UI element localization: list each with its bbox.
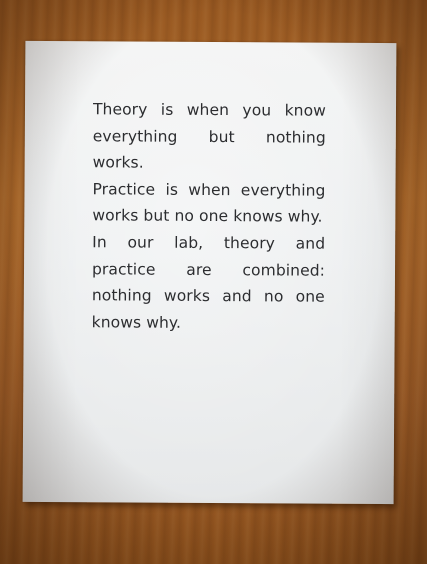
photo-scene: { "note": { "paragraphs": [ "Theory is w… [0,0,427,564]
note-paragraph-lab: In our lab, theory and practice are comb… [91,233,326,332]
note-paragraph-practice: Practice is when everything works but no… [92,180,326,227]
note-paragraph-theory: Theory is when you know everything but n… [92,100,327,172]
printed-note: Theory is when you know everything but n… [92,96,326,337]
paper-sheet: Theory is when you know everything but n… [22,40,397,505]
